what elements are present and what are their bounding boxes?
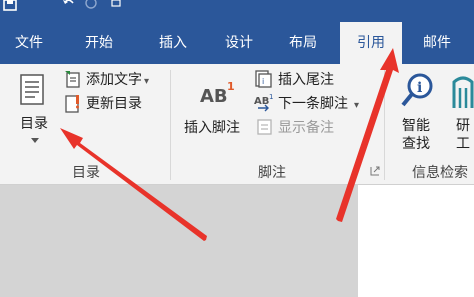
tab-design[interactable]: 设计: [218, 22, 260, 64]
touch-mode-icon[interactable]: [110, 0, 122, 12]
toc-group-label: 目录: [72, 165, 100, 181]
update-toc-button[interactable]: 更新目录: [86, 96, 142, 112]
title-bar: [0, 0, 474, 22]
svg-text:i: i: [262, 77, 264, 86]
save-icon[interactable]: [2, 0, 18, 12]
svg-text:AB: AB: [200, 86, 228, 106]
show-notes-icon: [257, 119, 272, 135]
tab-mailings[interactable]: 邮件: [414, 22, 460, 64]
svg-text:AB: AB: [254, 96, 269, 107]
next-footnote-label: 下一条脚注: [278, 96, 348, 112]
show-notes-button[interactable]: 显示备注: [278, 120, 334, 136]
insert-footnote-button[interactable]: 插入脚注: [184, 120, 240, 136]
toc-button[interactable]: 目录: [20, 116, 48, 132]
next-footnote-button[interactable]: 下一条脚注 ▾: [278, 96, 359, 114]
tab-file[interactable]: 文件: [10, 22, 48, 64]
ribbon-panel: 目录 添加文字 ▾ 更新目录 目录 AB 1 插入脚注 i 插入尾注 AB 1 下…: [0, 64, 474, 185]
chevron-down-icon[interactable]: [31, 138, 39, 144]
group-divider: [384, 70, 385, 180]
tab-layout[interactable]: 布局: [282, 22, 324, 64]
smart-lookup-line2[interactable]: 查找: [402, 136, 430, 152]
researcher-icon: [452, 76, 474, 108]
add-text-icon: [65, 71, 80, 88]
dialog-launcher-icon[interactable]: [370, 166, 380, 176]
undo-icon[interactable]: [62, 0, 76, 12]
tab-home[interactable]: 开始: [78, 22, 120, 64]
smart-lookup-line1[interactable]: 智能: [402, 118, 430, 134]
add-text-button[interactable]: 添加文字 ▾: [86, 72, 149, 90]
tab-insert[interactable]: 插入: [152, 22, 194, 64]
insert-footnote-icon: AB 1: [200, 80, 235, 106]
add-text-label: 添加文字: [86, 72, 142, 88]
research-group-label: 信息检索: [412, 165, 468, 181]
svg-text:1: 1: [227, 80, 235, 93]
ribbon-tab-bar: 文件 开始 插入 设计 布局 引用 邮件: [0, 22, 474, 64]
table-of-contents-icon: [20, 74, 44, 105]
add-text-dropdown-icon[interactable]: ▾: [144, 76, 149, 87]
smart-lookup-icon: i: [401, 73, 433, 107]
document-workspace: [0, 185, 474, 297]
tab-references[interactable]: 引用: [340, 22, 402, 64]
insert-endnote-button[interactable]: 插入尾注: [278, 72, 334, 88]
footnote-group-label: 脚注: [258, 165, 286, 181]
redo-icon[interactable]: [84, 0, 98, 12]
next-footnote-icon: AB 1: [254, 93, 273, 112]
researcher-line1[interactable]: 研: [456, 118, 470, 134]
svg-text:i: i: [417, 80, 422, 96]
update-table-icon: [65, 95, 79, 113]
document-page[interactable]: [358, 185, 474, 297]
next-footnote-dropdown-icon[interactable]: ▾: [354, 100, 359, 111]
group-divider: [170, 70, 171, 180]
svg-text:1: 1: [269, 93, 273, 101]
insert-endnote-icon: i: [255, 70, 272, 88]
researcher-line2[interactable]: 工: [456, 136, 470, 152]
